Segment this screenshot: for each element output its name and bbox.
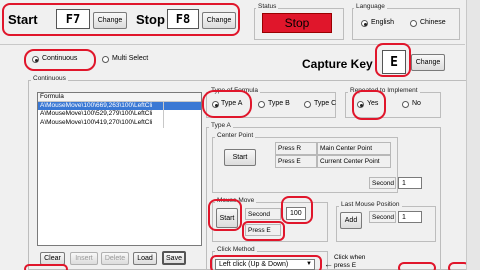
chinese-label: Chinese [420,19,446,26]
bottom-left-highlight [24,264,68,270]
radio-continuous[interactable] [32,56,39,63]
language-group-label: Language [354,3,387,10]
delete-button[interactable]: Delete [101,252,129,265]
radio-english[interactable] [361,20,368,27]
press-e-highlight [242,221,285,241]
second-value-highlight [281,196,313,224]
capture-key-label: Capture Key [302,57,373,71]
stop-label: Stop [136,12,165,27]
start-key-field[interactable]: F7 [56,9,90,29]
list-column-divider [163,102,164,128]
click-hint: Click when press E [334,254,366,269]
type-b-label: Type B [268,100,290,107]
list-item[interactable]: A\MouseMove\100\669,263\100\LeftCli [38,101,201,110]
capture-key-highlight [375,43,411,77]
type-c-label: Type C [314,100,337,107]
add-button[interactable]: Add [340,212,362,229]
continuous-group-label: Continuous [31,75,68,82]
multi-select-label: Multi Select [112,55,149,62]
last-mouse-label: Last Mouse Position [339,201,402,208]
radio-type-c[interactable] [304,101,311,108]
center-second-label: Second [369,177,396,189]
start-change-button[interactable]: Change [93,12,127,29]
mouse-move-start-highlight [208,199,242,231]
capture-change-button[interactable]: Change [411,54,445,71]
continuous-label: Continuous [42,55,78,62]
mouse-move-second-label: Second [245,208,281,220]
status-indicator: Stop [262,13,332,33]
stop-change-button[interactable]: Change [202,12,236,29]
last-mouse-second-label: Second [369,211,396,223]
status-group-label: Status [256,3,279,10]
formula-list-header: Formula [38,93,201,102]
center-point-label: Center Point [215,132,256,139]
english-label: English [371,19,394,26]
radio-yes[interactable] [357,101,364,108]
status-text: Stop [284,16,310,30]
list-item[interactable]: A\MouseMove\100\419,270\100\LeftCli [38,119,201,128]
window-right-edge [466,0,480,270]
radio-multi-select[interactable] [102,56,109,63]
formula-list[interactable]: Formula A\MouseMove\100\669,263\100\Left… [37,92,202,246]
radio-chinese[interactable] [410,20,417,27]
radio-type-b[interactable] [258,101,265,108]
stop-key-field[interactable]: F8 [167,9,199,29]
main-center-cell: Main Center Point [317,142,391,155]
center-start-button[interactable]: Start [224,149,256,166]
list-item[interactable]: A\MouseMove\100\529,279\100\LeftCli [38,110,201,119]
press-r-cell: Press R [275,142,317,155]
no-label: No [412,100,421,107]
click-method-highlight [210,255,322,270]
bottom-right-highlight-1 [398,262,436,270]
yes-label: Yes [367,100,379,107]
press-e-cell: Press E [275,155,317,168]
type-a-label: Type A [221,100,243,107]
arrow-left-icon: ← [324,259,333,269]
save-button[interactable]: Save [162,251,186,265]
radio-type-a[interactable] [212,101,219,108]
last-mouse-second-input[interactable]: 1 [398,211,422,223]
current-center-cell: Current Center Point [317,155,391,168]
center-second-input[interactable]: 1 [398,177,422,189]
click-method-label: Click Method [215,246,257,253]
start-label: Start [8,12,38,27]
insert-button[interactable]: Insert [70,252,98,265]
radio-no[interactable] [402,101,409,108]
type-a-group-label: Type A [209,122,233,129]
load-button[interactable]: Load [133,252,157,265]
